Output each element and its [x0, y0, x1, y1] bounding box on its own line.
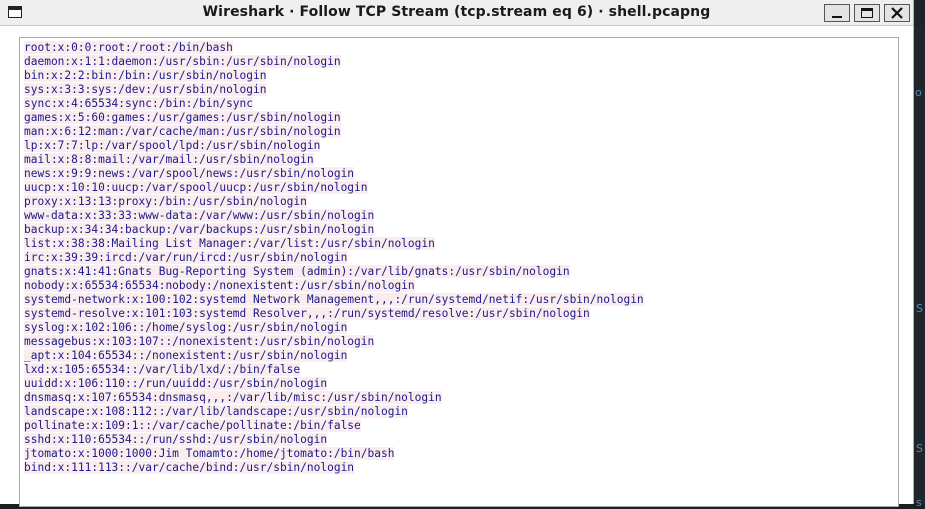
stream-line-text: landscape:x:108:112::/var/lib/landscape:…	[24, 405, 408, 418]
stream-line: landscape:x:108:112::/var/lib/landscape:…	[24, 405, 644, 419]
stream-line: lp:x:7:7:lp:/var/spool/lpd:/usr/sbin/nol…	[24, 139, 644, 153]
stream-line: dnsmasq:x:107:65534:dnsmasq,,,:/var/lib/…	[24, 391, 644, 405]
stream-line-text: dnsmasq:x:107:65534:dnsmasq,,,:/var/lib/…	[24, 391, 442, 404]
stream-line-text: list:x:38:38:Mailing List Manager:/var/l…	[24, 237, 435, 250]
stream-line: sshd:x:110:65534::/run/sshd:/usr/sbin/no…	[24, 433, 644, 447]
stream-line: mail:x:8:8:mail:/var/mail:/usr/sbin/nolo…	[24, 153, 644, 167]
stream-line-text: lxd:x:105:65534::/var/lib/lxd/:/bin/fals…	[24, 363, 301, 376]
stream-line-text: root:x:0:0:root:/root:/bin/bash	[24, 41, 233, 54]
minimize-icon	[832, 16, 842, 18]
stream-line: bind:x:111:113::/var/cache/bind:/usr/sbi…	[24, 461, 644, 475]
stream-line: www-data:x:33:33:www-data:/var/www:/usr/…	[24, 209, 644, 223]
stream-line: lxd:x:105:65534::/var/lib/lxd/:/bin/fals…	[24, 363, 644, 377]
stream-line: systemd-resolve:x:101:103:systemd Resolv…	[24, 307, 644, 321]
stream-line-text: proxy:x:13:13:proxy:/bin:/usr/sbin/nolog…	[24, 195, 307, 208]
stream-line: nobody:x:65534:65534:nobody:/nonexistent…	[24, 279, 644, 293]
stream-line-text: _apt:x:104:65534::/nonexistent:/usr/sbin…	[24, 349, 348, 362]
maximize-button[interactable]	[854, 4, 880, 22]
background-glyph: s	[916, 496, 922, 509]
stream-line: games:x:5:60:games:/usr/games:/usr/sbin/…	[24, 111, 644, 125]
stream-line-text: nobody:x:65534:65534:nobody:/nonexistent…	[24, 279, 415, 292]
stream-line: jtomato:x:1000:1000:Jim Tomamto:/home/jt…	[24, 447, 644, 461]
follow-tcp-stream-window: Wireshark · Follow TCP Stream (tcp.strea…	[0, 0, 914, 507]
close-icon	[891, 7, 903, 19]
stream-line-text: bind:x:111:113::/var/cache/bind:/usr/sbi…	[24, 461, 355, 474]
title-bar[interactable]: Wireshark · Follow TCP Stream (tcp.strea…	[0, 0, 913, 26]
stream-line: syslog:x:102:106::/home/syslog:/usr/sbin…	[24, 321, 644, 335]
stream-line-text: sync:x:4:65534:sync:/bin:/bin/sync	[24, 97, 254, 110]
stream-line: backup:x:34:34:backup:/var/backups:/usr/…	[24, 223, 644, 237]
stream-line-text: daemon:x:1:1:daemon:/usr/sbin:/usr/sbin/…	[24, 55, 341, 68]
stream-line-text: games:x:5:60:games:/usr/games:/usr/sbin/…	[24, 111, 341, 124]
stream-line: man:x:6:12:man:/var/cache/man:/usr/sbin/…	[24, 125, 644, 139]
stream-text: root:x:0:0:root:/root:/bin/bash daemon:x:…	[24, 41, 644, 475]
stream-line-text: uucp:x:10:10:uucp:/var/spool/uucp:/usr/s…	[24, 181, 368, 194]
close-button[interactable]	[884, 4, 910, 22]
stream-line: bin:x:2:2:bin:/bin:/usr/sbin/nologin	[24, 69, 644, 83]
window-title: Wireshark · Follow TCP Stream (tcp.strea…	[202, 4, 711, 20]
background-glyph: S	[916, 442, 923, 455]
stream-line-text: lp:x:7:7:lp:/var/spool/lpd:/usr/sbin/nol…	[24, 139, 321, 152]
stream-line-text: bin:x:2:2:bin:/bin:/usr/sbin/nologin	[24, 69, 267, 82]
stream-line-text: pollinate:x:109:1::/var/cache/pollinate:…	[24, 419, 361, 432]
stream-line: systemd-network:x:100:102:systemd Networ…	[24, 293, 644, 307]
background-glyph: o	[915, 86, 922, 99]
background-window-edge: o S S s	[914, 26, 925, 509]
stream-line: proxy:x:13:13:proxy:/bin:/usr/sbin/nolog…	[24, 195, 644, 209]
stream-line-text: systemd-network:x:100:102:systemd Networ…	[24, 293, 644, 306]
stream-line-text: syslog:x:102:106::/home/syslog:/usr/sbin…	[24, 321, 348, 334]
stream-line: pollinate:x:109:1::/var/cache/pollinate:…	[24, 419, 644, 433]
stream-line: gnats:x:41:41:Gnats Bug-Reporting System…	[24, 265, 644, 279]
stream-line-text: irc:x:39:39:ircd:/var/run/ircd:/usr/sbin…	[24, 251, 348, 264]
stream-line-text: man:x:6:12:man:/var/cache/man:/usr/sbin/…	[24, 125, 341, 138]
stream-line: _apt:x:104:65534::/nonexistent:/usr/sbin…	[24, 349, 644, 363]
stream-line-text: www-data:x:33:33:www-data:/var/www:/usr/…	[24, 209, 375, 222]
stream-line-text: gnats:x:41:41:Gnats Bug-Reporting System…	[24, 265, 570, 278]
stream-line: daemon:x:1:1:daemon:/usr/sbin:/usr/sbin/…	[24, 55, 644, 69]
stream-line: messagebus:x:103:107::/nonexistent:/usr/…	[24, 335, 644, 349]
stream-line-text: backup:x:34:34:backup:/var/backups:/usr/…	[24, 223, 375, 236]
stream-line: uucp:x:10:10:uucp:/var/spool/uucp:/usr/s…	[24, 181, 644, 195]
stream-line-text: sys:x:3:3:sys:/dev:/usr/sbin/nologin	[24, 83, 267, 96]
stream-line: sys:x:3:3:sys:/dev:/usr/sbin/nologin	[24, 83, 644, 97]
stream-line: uuidd:x:106:110::/run/uuidd:/usr/sbin/no…	[24, 377, 644, 391]
stream-line: irc:x:39:39:ircd:/var/run/ircd:/usr/sbin…	[24, 251, 644, 265]
stream-line: news:x:9:9:news:/var/spool/news:/usr/sbi…	[24, 167, 644, 181]
stream-line-text: jtomato:x:1000:1000:Jim Tomamto:/home/jt…	[24, 447, 395, 460]
minimize-button[interactable]	[824, 4, 850, 22]
stream-line: sync:x:4:65534:sync:/bin:/bin/sync	[24, 97, 644, 111]
stream-line: root:x:0:0:root:/root:/bin/bash	[24, 41, 644, 55]
stream-line-text: mail:x:8:8:mail:/var/mail:/usr/sbin/nolo…	[24, 153, 314, 166]
background-glyph: S	[916, 302, 923, 315]
stream-content-area[interactable]: root:x:0:0:root:/root:/bin/bash daemon:x:…	[19, 37, 899, 507]
stream-line-text: news:x:9:9:news:/var/spool/news:/usr/sbi…	[24, 167, 355, 180]
stream-line: list:x:38:38:Mailing List Manager:/var/l…	[24, 237, 644, 251]
stream-line-text: uuidd:x:106:110::/run/uuidd:/usr/sbin/no…	[24, 377, 328, 390]
maximize-icon	[861, 8, 873, 18]
stream-line-text: systemd-resolve:x:101:103:systemd Resolv…	[24, 307, 590, 320]
stream-line-text: messagebus:x:103:107::/nonexistent:/usr/…	[24, 335, 375, 348]
stream-line-text: sshd:x:110:65534::/run/sshd:/usr/sbin/no…	[24, 433, 328, 446]
